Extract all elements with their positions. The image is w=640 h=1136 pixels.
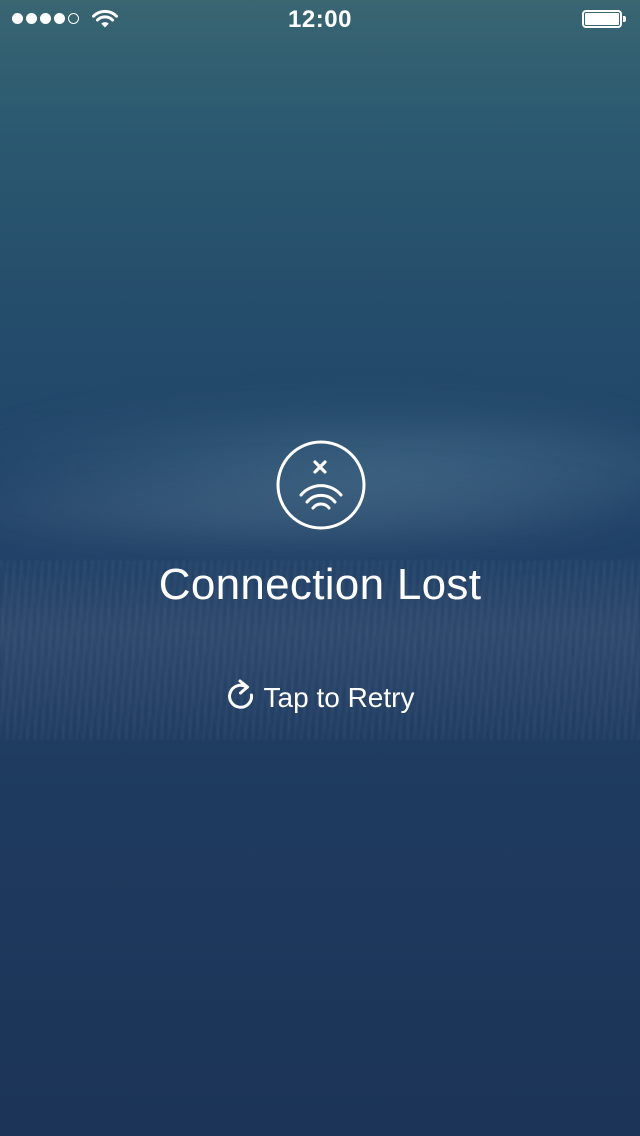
retry-label[interactable]: Tap to Retry [264, 682, 415, 714]
retry-button[interactable]: Tap to Retry [0, 678, 640, 717]
refresh-icon [226, 678, 256, 717]
battery-level [585, 13, 619, 25]
no-connection-icon [276, 440, 366, 535]
connection-lost-title: Connection Lost [158, 560, 482, 609]
status-time: 12:00 [288, 6, 352, 33]
battery-nub [623, 16, 626, 22]
battery-full-icon [582, 10, 628, 30]
status-bar: 12:00 [0, 0, 640, 40]
